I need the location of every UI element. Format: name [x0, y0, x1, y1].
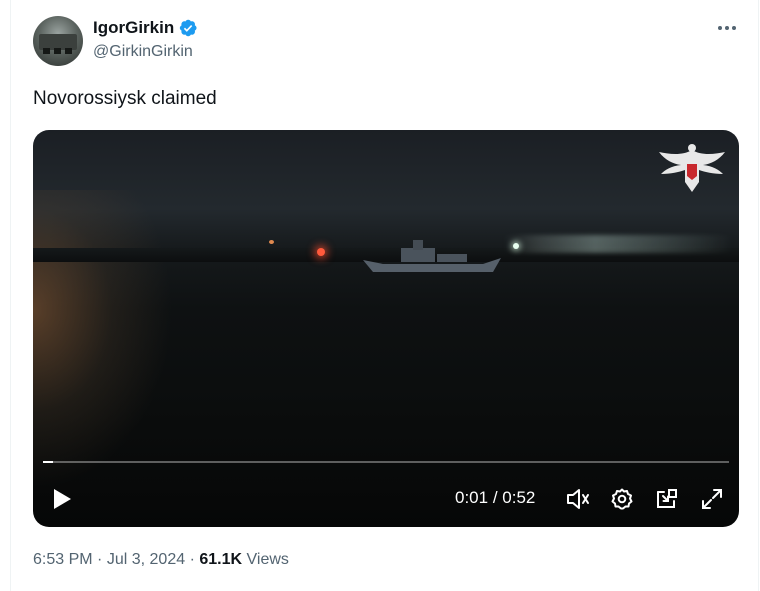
duration: 0:52: [502, 488, 536, 507]
time-separator: /: [492, 488, 498, 507]
video-progress-fill: [43, 461, 53, 463]
verified-badge-icon[interactable]: [178, 18, 198, 38]
play-icon: [54, 489, 71, 509]
meta-dot: ·: [189, 551, 195, 568]
video-progress-track[interactable]: [43, 461, 729, 463]
views-count[interactable]: 61.1K: [199, 551, 242, 568]
views-label: Views: [246, 551, 289, 568]
video-frame-city-lights: [503, 235, 733, 253]
video-player[interactable]: 0:01 / 0:52: [33, 130, 739, 527]
ministry-emblem-icon: [659, 144, 725, 192]
play-button[interactable]: [51, 487, 73, 511]
video-frame-orange-light: [269, 240, 274, 244]
gear-icon: [611, 488, 633, 510]
author-name-row: IgorGirkin: [93, 18, 198, 38]
more-options-button[interactable]: [716, 18, 738, 38]
meta-dot: ·: [97, 551, 103, 568]
current-time: 0:01: [455, 488, 489, 507]
video-frame-glow: [33, 190, 173, 490]
settings-button[interactable]: [610, 487, 634, 511]
video-frame-red-light: [317, 248, 325, 256]
volume-button[interactable]: [565, 488, 591, 510]
video-frame-white-light: [513, 243, 519, 249]
author-handle[interactable]: @GirkinGirkin: [93, 43, 193, 61]
more-dots-icon: [718, 26, 736, 30]
pip-icon: [657, 489, 677, 508]
video-time-display: 0:01 / 0:52: [455, 488, 535, 508]
volume-icon: [567, 489, 589, 509]
picture-in-picture-button[interactable]: [655, 487, 679, 511]
author-display-name[interactable]: IgorGirkin: [93, 18, 174, 38]
video-frame-ship: [363, 240, 501, 272]
fullscreen-icon: [702, 489, 722, 509]
avatar[interactable]: [33, 16, 83, 66]
tweet-meta: 6:53 PM · Jul 3, 2024 · 61.1K Views: [33, 551, 289, 569]
tweet-card: IgorGirkin @GirkinGirkin Novorossiysk cl…: [10, 0, 759, 591]
fullscreen-button[interactable]: [700, 487, 724, 511]
tweet-text: Novorossiysk claimed: [33, 88, 217, 109]
tweet-time[interactable]: 6:53 PM: [33, 551, 93, 568]
avatar-truck-image: [39, 34, 77, 54]
tweet-date[interactable]: Jul 3, 2024: [107, 551, 185, 568]
